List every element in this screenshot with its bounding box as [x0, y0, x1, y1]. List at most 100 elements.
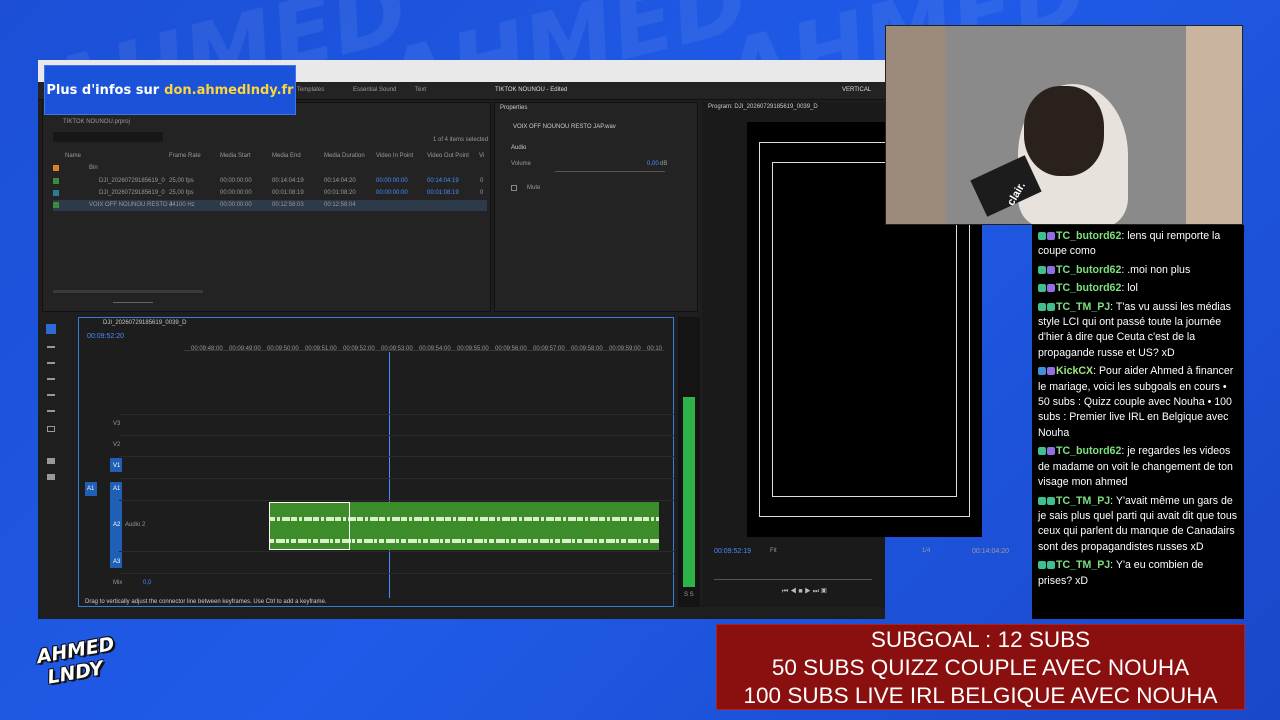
- cell-fps: 44100 Hz: [169, 202, 195, 208]
- track-v1-label[interactable]: V1: [113, 463, 120, 469]
- track-v2-label[interactable]: V2: [113, 442, 120, 448]
- playback-controls[interactable]: ⏮ ◀ ■ ▶ ⏭ ▣: [782, 588, 827, 596]
- workspace-vertical[interactable]: VERTICAL: [842, 87, 871, 93]
- cell-start: 00:00:00:00: [220, 178, 252, 184]
- rectangle-icon[interactable]: [47, 426, 55, 432]
- chat-user[interactable]: TC_TM_PJ: [1056, 559, 1110, 571]
- track-divider: [119, 573, 675, 574]
- fit-select[interactable]: Fit: [770, 548, 777, 554]
- slip-icon[interactable]: [47, 394, 55, 396]
- cell-out: 00:01:08:19: [427, 190, 459, 196]
- chat-message: TC_butord62: .moi non plus: [1038, 263, 1238, 278]
- chat-user[interactable]: TC_butord62: [1056, 264, 1121, 276]
- resolution-select[interactable]: 1/4: [922, 548, 930, 554]
- header-video-out[interactable]: Video Out Point: [427, 153, 469, 159]
- label-color: [53, 178, 59, 184]
- premiere-window: ics Templates Essential Sound Text TIKTO…: [38, 60, 1009, 619]
- track-a3-label[interactable]: A3: [113, 559, 120, 565]
- bin-row[interactable]: Bin: [53, 164, 487, 175]
- label-color: [53, 202, 59, 208]
- volume-label: Volume: [511, 161, 532, 167]
- search-input[interactable]: [53, 132, 163, 142]
- sequence-tab[interactable]: DJI_20260729185619_0039_D: [103, 320, 186, 326]
- tick-label: 00:09:58:00: [571, 346, 603, 352]
- volume-unit: dB: [660, 161, 668, 167]
- badge-icon: [1038, 447, 1046, 456]
- scrollbar[interactable]: [53, 290, 203, 293]
- track-divider: [119, 456, 675, 457]
- header-vi[interactable]: Vi: [479, 153, 484, 159]
- chat-user[interactable]: KickCX: [1056, 365, 1093, 377]
- chat-user[interactable]: TC_butord62: [1056, 282, 1121, 294]
- program-timecode[interactable]: 00:09:52:19: [714, 548, 751, 555]
- list-item[interactable]: DJI_20260729185619_0 25,00 fps 00:00:00:…: [53, 188, 487, 199]
- badge-icon: [1038, 561, 1046, 570]
- tick-label: 00:09:55:00: [457, 346, 489, 352]
- ripple-edit-icon[interactable]: [47, 362, 55, 364]
- list-item[interactable]: VOIX OFF NOUNOU RESTO J 44100 Hz 00:00:0…: [53, 200, 487, 211]
- meter-labels: S S: [684, 592, 694, 598]
- chat-user[interactable]: TC_butord62: [1056, 445, 1121, 457]
- source-a1-label[interactable]: A1: [87, 486, 94, 492]
- cell-end: 00:12:58:03: [272, 202, 304, 208]
- playhead[interactable]: [389, 352, 390, 598]
- timeline-timecode[interactable]: 00:09:52:20: [87, 333, 124, 340]
- playhead-bar[interactable]: [714, 579, 872, 580]
- status-bar: Drag to vertically adjust the connector …: [85, 599, 327, 605]
- track-select-icon[interactable]: [47, 346, 55, 348]
- track-divider: [119, 435, 675, 436]
- track-a1-label[interactable]: A1: [113, 486, 120, 492]
- meter-level: [683, 397, 695, 587]
- cell-fps: 25,00 fps: [169, 178, 194, 184]
- header-frame-rate[interactable]: Frame Rate: [169, 153, 201, 159]
- chat-text: lol: [1127, 282, 1138, 295]
- chat-text: .moi non plus: [1127, 263, 1191, 276]
- list-item[interactable]: DJI_20260729185619_0 25,00 fps 00:00:00:…: [53, 176, 487, 187]
- track-v3-label[interactable]: V3: [113, 421, 120, 427]
- badge-icon: [1038, 367, 1046, 376]
- cell-start: 00:00:00:00: [220, 202, 252, 208]
- track-a2-label[interactable]: A2: [113, 522, 120, 528]
- header-media-start[interactable]: Media Start: [220, 153, 251, 159]
- header-media-end[interactable]: Media End: [272, 153, 301, 159]
- cell-start: 00:00:00:00: [220, 190, 252, 196]
- volume-slider[interactable]: [555, 171, 665, 172]
- project-name: TIKTOK NOUNOU.prproj: [63, 119, 130, 125]
- pen-icon[interactable]: [47, 410, 55, 412]
- tick-label: 00:09:54:00: [419, 346, 451, 352]
- cell-name: VOIX OFF NOUNOU RESTO J: [89, 202, 173, 208]
- cell-in: 00:00:00:00: [376, 178, 408, 184]
- tick-label: 00:09:59:00: [609, 346, 641, 352]
- subgoal-line: 50 SUBS QUIZZ COUPLE AVEC NOUHA: [771, 655, 1190, 680]
- selection-tool-icon[interactable]: [46, 324, 56, 334]
- selected-clip-section[interactable]: [269, 502, 350, 550]
- zoom-slider[interactable]: [113, 302, 153, 303]
- program-title: Program: DJI_20260729185619_0039_D: [708, 104, 818, 110]
- tab-text[interactable]: Text: [415, 87, 426, 93]
- chat-user[interactable]: TC_TM_PJ: [1056, 301, 1110, 313]
- tick-label: 00:09:57:00: [533, 346, 565, 352]
- chat-message: TC_butord62: lens qui remporte la coupe …: [1038, 230, 1221, 258]
- razor-icon[interactable]: [47, 378, 55, 380]
- tab-essential-sound[interactable]: Essential Sound: [353, 87, 396, 93]
- mix-value[interactable]: 0,0: [143, 580, 151, 586]
- mute-checkbox[interactable]: [511, 185, 517, 191]
- promo-link: don.ahmedlndy.fr: [164, 82, 294, 98]
- badge-icon: [1038, 232, 1046, 240]
- volume-value[interactable]: 0,00: [647, 161, 659, 167]
- properties-panel: Properties VOIX OFF NOUNOU RESTO JAP.wav…: [494, 102, 698, 312]
- cell-end: 00:01:08:19: [272, 190, 304, 196]
- header-name[interactable]: Name: [65, 153, 81, 159]
- timeline-panel: DJI_20260729185619_0039_D 00:09:52:20 00…: [78, 317, 675, 607]
- header-media-duration[interactable]: Media Duration: [324, 153, 365, 159]
- promo-banner: Plus d'infos sur don.ahmedlndy.fr: [44, 65, 296, 115]
- chat-message: TC_TM_PJ: Y'avait même un gars de je sai…: [1038, 494, 1238, 553]
- type-icon[interactable]: [47, 474, 55, 480]
- chat-user[interactable]: TC_TM_PJ: [1056, 495, 1110, 507]
- cell-name: DJI_20260729185619_0: [99, 178, 165, 184]
- hand-icon[interactable]: [47, 458, 55, 464]
- header-video-in[interactable]: Video In Point: [376, 153, 413, 159]
- tick-label: 00:09:56:00: [495, 346, 527, 352]
- subgoal-box: SUBGOAL : 12 SUBS 50 SUBS QUIZZ COUPLE A…: [716, 624, 1245, 710]
- chat-user[interactable]: TC_butord62: [1056, 230, 1121, 242]
